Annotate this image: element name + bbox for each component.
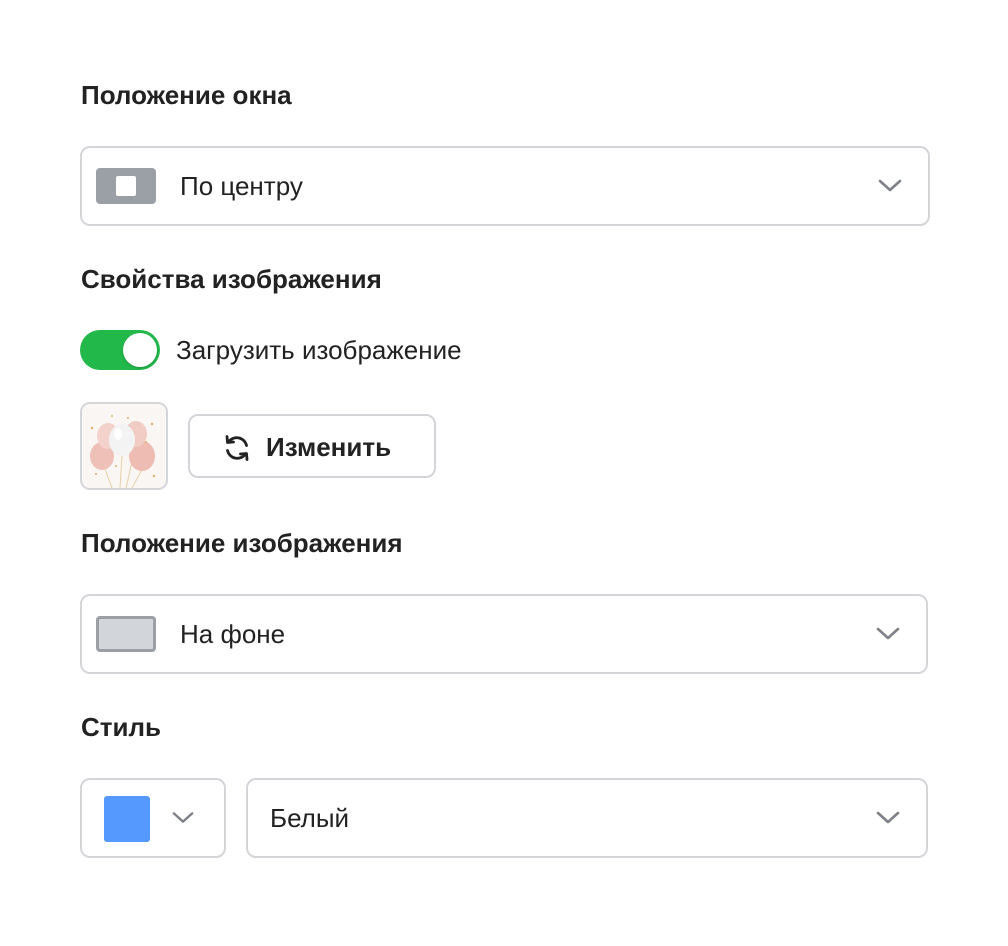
window-position-value: По центру [180,171,303,201]
image-properties-heading: Свойства изображения [81,264,382,294]
image-position-value: На фоне [180,619,286,649]
chevron-down-icon [876,627,900,640]
style-value: Белый [270,803,350,833]
upload-image-label: Загрузить изображение [176,335,462,365]
image-position-heading: Положение изображения [81,528,403,558]
window-position-heading: Положение окна [81,80,292,110]
image-position-select[interactable]: На фоне [80,594,928,674]
style-heading: Стиль [81,712,161,742]
chevron-down-icon [876,811,900,824]
refresh-icon [225,435,249,461]
background-position-icon [96,616,156,652]
chevron-down-icon [878,179,902,192]
chevron-down-icon [172,812,194,823]
center-position-icon [96,168,156,204]
change-image-button[interactable]: Изменить [188,414,436,478]
balloons-image [82,404,166,488]
color-swatch [104,796,150,842]
upload-image-toggle[interactable] [80,330,160,370]
window-position-select[interactable]: По центру [80,146,930,226]
toggle-knob [123,333,157,367]
image-thumbnail[interactable] [80,402,168,490]
style-select[interactable]: Белый [246,778,928,858]
change-button-label: Изменить [266,432,392,462]
color-picker-select[interactable] [80,778,226,858]
